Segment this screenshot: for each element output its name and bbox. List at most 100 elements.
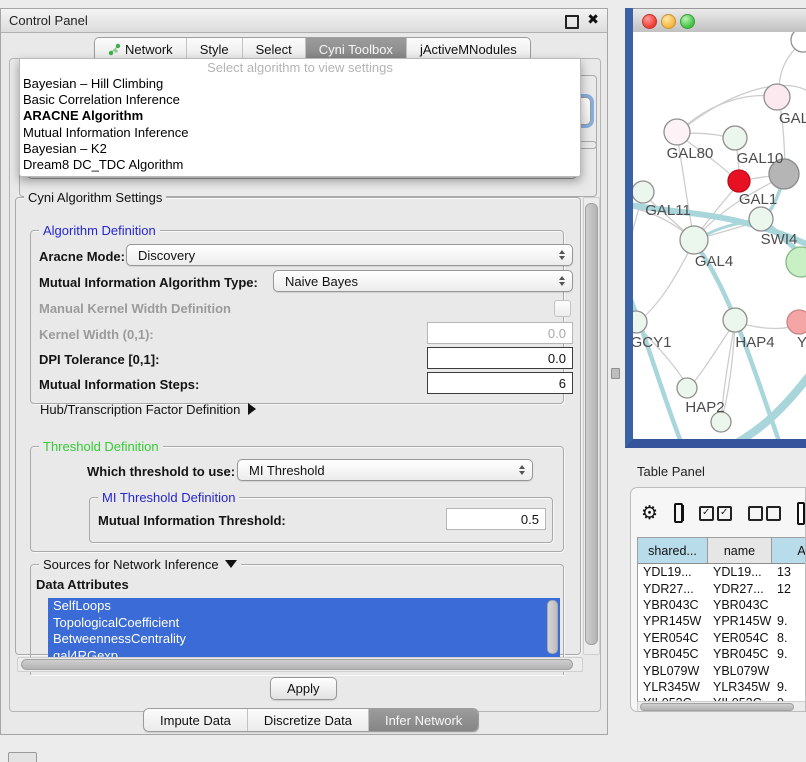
node-hap4[interactable] <box>723 308 747 332</box>
kernel-width-input[interactable] <box>427 322 573 344</box>
node-gal1-red[interactable] <box>728 170 750 192</box>
table-row[interactable]: YBL079W YBL079W <box>638 662 806 678</box>
attributes-list-scrollbar[interactable] <box>547 600 558 654</box>
bottom-tabbar: Impute Data Discretize Data Infer Networ… <box>143 708 479 732</box>
dropdown-item[interactable]: Bayesian – Hill Climbing <box>20 76 580 92</box>
kernel-width-label: Kernel Width (0,1): <box>39 327 154 342</box>
which-threshold-value: MI Threshold <box>249 463 325 478</box>
settings-horizontal-scrollbar-thumb[interactable] <box>21 659 573 670</box>
screen: Control Panel ✖ Network Style <box>0 0 806 762</box>
tab-style[interactable]: Style <box>187 38 243 60</box>
mi-threshold-title: MI Threshold Definition <box>98 490 239 505</box>
table-row[interactable]: YBR045C YBR045C 9. <box>638 646 806 662</box>
expand-right-icon <box>248 403 256 415</box>
settings-horizontal-scrollbar[interactable] <box>17 657 583 672</box>
sources-title-row[interactable]: Sources for Network Inference <box>39 557 241 572</box>
close-icon[interactable]: ✖ <box>587 11 599 28</box>
close-traffic-light[interactable] <box>642 14 657 29</box>
settings-vertical-scrollbar[interactable] <box>583 197 600 655</box>
table-row[interactable]: YLR345W YLR345W 9. <box>638 679 806 695</box>
node-swi4[interactable] <box>749 207 773 231</box>
stepper-arrows-icon <box>519 465 525 475</box>
dropdown-item[interactable]: Bayesian – K2 <box>20 141 580 157</box>
tab-impute-data[interactable]: Impute Data <box>144 709 248 731</box>
hub-definition-expander[interactable]: Hub/Transcription Factor Definition <box>40 402 256 417</box>
tab-discretize-data[interactable]: Discretize Data <box>248 709 369 731</box>
gear-icon[interactable]: ⚙ <box>641 504 658 523</box>
float-window-icon[interactable] <box>565 15 579 29</box>
data-attributes-list: SelfLoops TopologicalCoefficient Between… <box>48 598 560 664</box>
aracne-mode-label: Aracne Mode: <box>39 249 125 264</box>
network-tab-icon <box>108 43 121 56</box>
dpi-tolerance-input[interactable] <box>427 347 573 369</box>
table-row[interactable]: YDL19... YDL19... 13 <box>638 564 806 580</box>
table-row[interactable]: YBR043C YBR043C <box>638 597 806 613</box>
node-gal-partial[interactable] <box>764 84 790 110</box>
cyni-algorithm-settings-title: Cyni Algorithm Settings <box>24 190 166 205</box>
data-attributes-label: Data Attributes <box>36 577 129 592</box>
network-graph: GAL GAL80 GAL10 GAL1 GAL11 SWI4 GAL4 GCY… <box>633 32 806 439</box>
settings-vertical-scrollbar-thumb[interactable] <box>585 203 598 645</box>
dpi-tolerance-label: DPI Tolerance [0,1]: <box>39 352 159 367</box>
network-canvas[interactable]: GAL GAL80 GAL10 GAL1 GAL11 SWI4 GAL4 GCY… <box>633 32 806 439</box>
dropdown-item[interactable]: Mutual Information Inference <box>20 125 580 141</box>
zoom-traffic-light[interactable] <box>680 14 695 29</box>
panel-splitter-handle[interactable] <box>611 368 620 379</box>
manual-kernel-checkbox[interactable] <box>554 300 571 317</box>
tab-network[interactable]: Network <box>95 38 187 60</box>
bottom-left-partial-button[interactable] <box>8 752 37 762</box>
attribute-item[interactable]: BetweennessCentrality <box>48 631 560 648</box>
mi-type-label: Mutual Information Algorithm Type: <box>39 275 258 290</box>
hub-definition-label: Hub/Transcription Factor Definition <box>40 402 240 417</box>
mi-type-value: Naive Bayes <box>285 274 358 289</box>
document-icon[interactable] <box>797 502 805 525</box>
attribute-item[interactable]: SelfLoops <box>48 598 560 615</box>
checked-checkbox-icon: ✓ <box>699 506 714 521</box>
mi-steps-input[interactable] <box>427 372 573 394</box>
control-panel-title: Control Panel <box>9 13 88 28</box>
tab-cyni-toolbox[interactable]: Cyni Toolbox <box>306 38 407 60</box>
column-header-shared-name[interactable]: shared... <box>638 538 708 563</box>
node-bright-green[interactable] <box>786 247 806 277</box>
tab-select[interactable]: Select <box>243 38 306 60</box>
node-gal11[interactable] <box>633 181 654 203</box>
table-row[interactable]: YPR145W YPR145W 9. <box>638 613 806 629</box>
network-window-titlebar[interactable] <box>633 8 806 34</box>
node-salmon[interactable] <box>787 310 806 334</box>
node-gal10[interactable] <box>723 126 747 150</box>
tab-network-label: Network <box>125 42 173 57</box>
table-header-row: shared... name A <box>638 538 806 564</box>
node-unlabeled-top[interactable] <box>791 32 806 52</box>
aracne-mode-combobox[interactable]: Discovery <box>126 244 573 266</box>
column-header-name[interactable]: name <box>708 538 772 563</box>
hide-columns-icon[interactable] <box>748 506 781 521</box>
algorithm-definition-title: Algorithm Definition <box>39 223 160 238</box>
column-header-partial[interactable]: A <box>772 538 806 563</box>
table-row[interactable]: YER054C YER054C 8. <box>638 630 806 646</box>
mi-threshold-input[interactable] <box>446 508 546 530</box>
table-row[interactable]: YDR27... YDR27... 12 <box>638 580 806 596</box>
node-hap2[interactable] <box>677 378 697 398</box>
columns-icon[interactable] <box>674 503 683 523</box>
node-gal4[interactable] <box>680 226 708 254</box>
collapse-down-icon <box>225 560 237 568</box>
dropdown-item[interactable]: Dream8 DC_TDC Algorithm <box>20 157 580 173</box>
node-gal80[interactable] <box>664 119 690 145</box>
table-horizontal-scrollbar[interactable] <box>637 701 806 712</box>
which-threshold-label: Which threshold to use: <box>87 464 235 479</box>
which-threshold-combobox[interactable]: MI Threshold <box>237 459 533 481</box>
dropdown-item-selected[interactable]: ARACNE Algorithm <box>20 108 580 124</box>
minimize-traffic-light[interactable] <box>661 14 676 29</box>
apply-button[interactable]: Apply <box>270 677 337 700</box>
show-columns-icon[interactable]: ✓ ✓ <box>699 506 732 521</box>
table-horizontal-scrollbar-thumb[interactable] <box>640 703 794 711</box>
control-panel-titlebar[interactable]: Control Panel ✖ <box>1 9 607 33</box>
tab-infer-network[interactable]: Infer Network <box>369 709 478 731</box>
tab-jactivemnodules[interactable]: jActiveMNodules <box>407 38 530 60</box>
dropdown-item[interactable]: Basic Correlation Inference <box>20 92 580 108</box>
mi-threshold-label: Mutual Information Threshold: <box>98 513 286 528</box>
mi-type-combobox[interactable]: Naive Bayes <box>273 270 573 292</box>
attribute-item[interactable]: TopologicalCoefficient <box>48 615 560 632</box>
node-label: GAL <box>779 110 806 127</box>
node-gcy1[interactable] <box>633 311 647 333</box>
